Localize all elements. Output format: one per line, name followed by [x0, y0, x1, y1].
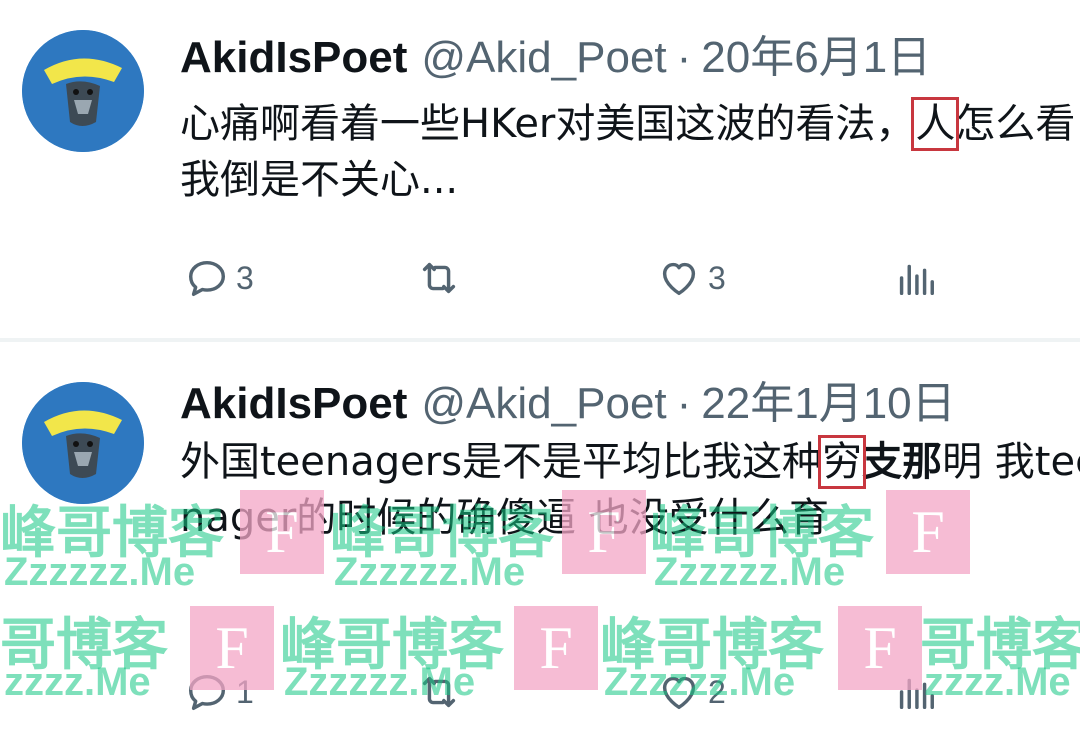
- views-icon: [899, 678, 934, 710]
- reply-count: 1: [236, 673, 254, 710]
- retweet-icon: [422, 676, 456, 708]
- display-name[interactable]: AkidIsPoet: [180, 33, 407, 82]
- separator-dot: ·: [676, 33, 692, 82]
- tweet-actions: 3 3: [180, 248, 1080, 308]
- tweet-text-part: 心痛啊看着一些HKer对美国这波的看法，: [180, 101, 916, 147]
- bold-text: 支那: [862, 439, 943, 485]
- tweet-text: 外国teenagers是不是平均比我这种穷支那明 我teenager的时候的确傻…: [180, 434, 1080, 546]
- reply-icon: [188, 674, 226, 711]
- tweet-1[interactable]: AkidIsPoet @Akid_Poet · 20年6月1日 心痛啊看着一些HKer…: [0, 0, 1080, 338]
- reply-count: 3: [236, 259, 254, 296]
- heart-icon: [662, 262, 696, 296]
- heart-icon: [662, 676, 696, 710]
- avatar[interactable]: [22, 382, 144, 504]
- views-button[interactable]: [892, 662, 938, 722]
- tweet-date[interactable]: 20年6月1日: [701, 33, 931, 82]
- separator-dot: ·: [676, 379, 692, 428]
- tweet-header: AkidIsPoet @Akid_Poet · 22年1月10日: [180, 378, 956, 430]
- tweet-2[interactable]: AkidIsPoet @Akid_Poet · 22年1月10日 外国teenager…: [0, 342, 1080, 734]
- reply-button[interactable]: 3: [184, 248, 254, 308]
- tweet-header: AkidIsPoet @Akid_Poet · 20年6月1日: [180, 32, 931, 84]
- retweet-button[interactable]: [416, 248, 468, 308]
- views-button[interactable]: [892, 248, 938, 308]
- highlighted-text: 人: [911, 97, 960, 151]
- avatar[interactable]: [22, 30, 144, 152]
- like-count: 2: [708, 673, 726, 710]
- user-handle[interactable]: @Akid_Poet: [421, 33, 666, 82]
- like-button[interactable]: 2: [656, 662, 726, 722]
- highlighted-text: 穷: [818, 435, 867, 489]
- display-name[interactable]: AkidIsPoet: [180, 379, 407, 428]
- retweet-button[interactable]: [416, 662, 468, 722]
- like-count: 3: [708, 259, 726, 296]
- user-handle[interactable]: @Akid_Poet: [421, 379, 666, 428]
- tweet-text: 心痛啊看着一些HKer对美国这波的看法，人怎么看我倒是不关心...: [180, 96, 1080, 208]
- retweet-icon: [422, 262, 456, 294]
- reply-button[interactable]: 1: [184, 662, 254, 722]
- views-icon: [899, 264, 934, 296]
- tweet-date[interactable]: 22年1月10日: [701, 379, 955, 428]
- reply-icon: [188, 260, 226, 297]
- tweet-text-part: 外国teenagers是不是平均比我这种: [180, 439, 823, 485]
- tweet-actions: 1 2: [180, 662, 1080, 722]
- like-button[interactable]: 3: [656, 248, 726, 308]
